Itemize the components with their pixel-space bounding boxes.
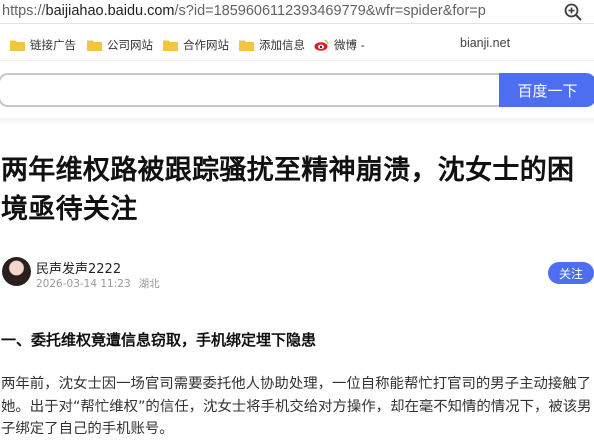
article-title: 两年维权路被跟踪骚扰至精神崩溃，沈女士的困境亟待关注 (1, 155, 575, 225)
article-meta: 2026-03-14 11:23 湖北 (36, 276, 160, 291)
bookmark-bianji[interactable]: bianji.net (460, 36, 510, 50)
section-heading: 一、委托维权竟遭信息窃取，手机绑定埋下隐患 (1, 331, 317, 349)
url-host: baijiahao.baidu.com (45, 3, 175, 19)
bookmark-label: 公司网站 (107, 38, 153, 52)
weibo-icon (314, 39, 329, 51)
bookmark-item[interactable]: 微博 - (314, 37, 374, 53)
bookmark-item[interactable]: 合作网站 (163, 37, 233, 53)
bookmark-item[interactable]: 添加信息 (239, 37, 305, 53)
article-paragraph: 两年前，沈女士因一场官司需要委托他人协助处理，一位自称能帮忙打官司的男子主动接触… (1, 376, 592, 437)
bookmark-label: 链接广告 (30, 38, 76, 52)
url-prefix: https:// (2, 3, 46, 19)
bookmark-label: 微博 - (334, 38, 365, 52)
url-path: /s?id=1859606112393469779&wfr=spider&for… (174, 3, 486, 19)
follow-button[interactable]: 关注 (548, 262, 594, 284)
publish-date: 2026-03-14 11:23 (36, 278, 131, 290)
bookmarks-bar: 链接广告 公司网站 合作网站 添加信息 微博 - bianji.net (0, 25, 594, 61)
search-button[interactable]: 百度一下 (499, 73, 594, 107)
bookmark-item[interactable]: 公司网站 (87, 37, 157, 53)
folder-icon (10, 40, 25, 51)
folder-icon (239, 40, 254, 51)
bookmark-item[interactable]: 链接广告 (10, 37, 76, 53)
bookmark-label: 添加信息 (259, 38, 305, 52)
search-input[interactable] (0, 73, 500, 107)
avatar[interactable] (2, 257, 31, 286)
url-field[interactable]: https://baijiahao.baidu.com/s?id=1859606… (2, 3, 486, 19)
address-bar[interactable]: https://baijiahao.baidu.com/s?id=1859606… (0, 0, 594, 24)
folder-icon (87, 40, 102, 51)
header-shadow (0, 118, 594, 126)
folder-icon (163, 40, 178, 51)
publish-location: 湖北 (138, 278, 160, 290)
author-name[interactable]: 民声发声2222 (36, 258, 121, 277)
zoom-icon[interactable] (563, 2, 583, 22)
bookmark-label: 合作网站 (183, 38, 229, 52)
